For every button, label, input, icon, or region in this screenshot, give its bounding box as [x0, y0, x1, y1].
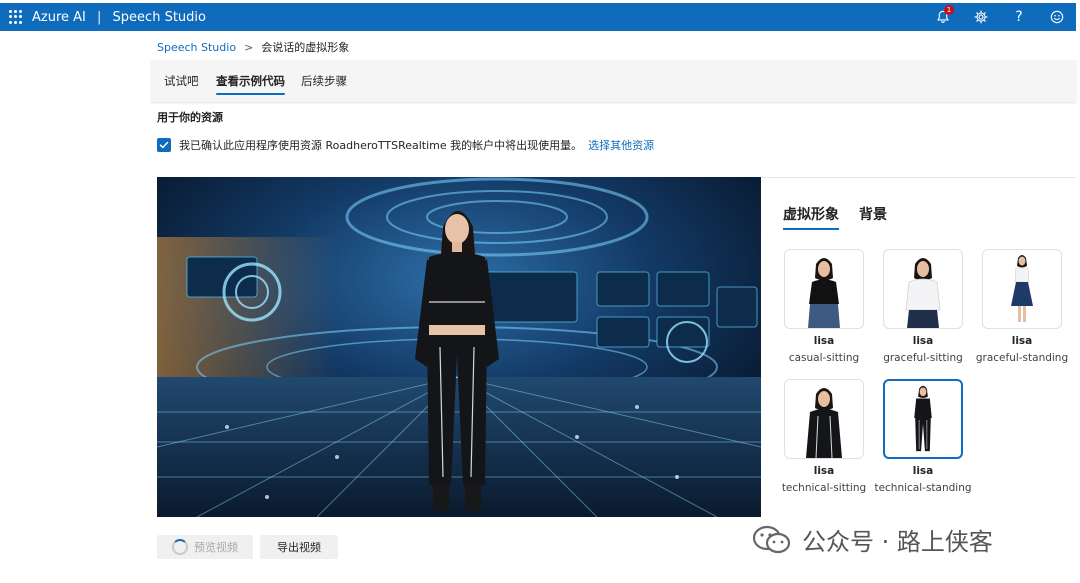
notification-badge: 1 [944, 5, 954, 15]
feedback-button[interactable] [1038, 3, 1076, 31]
loading-spinner-icon [172, 539, 188, 555]
breadcrumb: Speech Studio > 会说话的虚拟形象 [157, 39, 349, 55]
top-bar: Azure AI | Speech Studio 1 ? [0, 3, 1076, 31]
avatar-thumbnail [905, 258, 941, 328]
avatar-thumbnail [914, 385, 932, 452]
tab-avatar[interactable]: 虚拟形象 [783, 204, 839, 230]
avatar-style: technical-standing [874, 482, 972, 494]
tab-background[interactable]: 背景 [859, 204, 887, 224]
avatar-thumbnail [806, 388, 842, 458]
gear-icon [974, 10, 988, 24]
avatar-thumbnail [808, 258, 840, 328]
watermark-text: 公众号 · 路上侠客 [802, 528, 993, 556]
avatar-card-graceful-standing[interactable] [982, 249, 1062, 329]
resource-confirm-text: 我已确认此应用程序使用资源 RoadheroTTSRealtime 我的帐户中将… [179, 139, 583, 152]
avatar-style: graceful-standing [975, 352, 1069, 364]
avatar-style: casual-sitting [788, 352, 860, 364]
tab-next-steps[interactable]: 后续步骤 [301, 73, 347, 89]
avatar-preview [157, 177, 761, 517]
avatar-name: lisa [813, 335, 835, 347]
avatar-style: graceful-sitting [883, 352, 963, 364]
preview-video-label: 预览视频 [194, 541, 238, 554]
avatar-settings-panel: 虚拟形象 背景 lisa casual-sitting lisa gracefu… [762, 177, 1076, 518]
wechat-icon [752, 525, 791, 553]
choose-other-resource-link[interactable]: 选择其他资源 [588, 137, 654, 153]
brand-name: Azure AI [32, 9, 86, 25]
avatar-preview-image [157, 177, 761, 517]
page-tabs: 试试吧 查看示例代码 后续步骤 [151, 60, 1076, 102]
brand-separator: | [97, 9, 102, 25]
brand-title[interactable]: Azure AI | Speech Studio [32, 10, 206, 25]
checkmark-icon [159, 141, 169, 149]
avatar-name: lisa [912, 335, 934, 347]
export-video-button[interactable]: 导出视频 [260, 535, 338, 559]
avatar-thumbnail [1011, 255, 1033, 322]
avatar-card-graceful-sitting[interactable] [883, 249, 963, 329]
avatar-card-technical-sitting[interactable] [784, 379, 864, 459]
breadcrumb-root-link[interactable]: Speech Studio [157, 41, 236, 54]
resource-section-title: 用于你的资源 [157, 111, 223, 124]
tab-try[interactable]: 试试吧 [164, 73, 199, 89]
resource-confirm-row: 我已确认此应用程序使用资源 RoadheroTTSRealtime 我的帐户中将… [157, 137, 654, 153]
chevron-right-icon: > [244, 40, 254, 54]
watermark: 公众号 · 路上侠客 [752, 522, 993, 557]
avatar-card-casual-sitting[interactable] [784, 249, 864, 329]
avatar-card-technical-standing[interactable] [883, 379, 963, 459]
help-button[interactable]: ? [1000, 3, 1038, 31]
avatar-name: lisa [1011, 335, 1033, 347]
product-name: Speech Studio [112, 9, 206, 25]
smiley-icon [1050, 10, 1064, 24]
avatar-name: lisa [813, 465, 835, 477]
avatar-style: technical-sitting [781, 482, 867, 494]
preview-video-button[interactable]: 预览视频 [157, 535, 253, 559]
notifications-button[interactable]: 1 [924, 3, 962, 31]
avatar-name: lisa [912, 465, 934, 477]
resource-confirm-checkbox[interactable] [157, 138, 171, 152]
help-icon: ? [1015, 9, 1023, 25]
export-video-label: 导出视频 [277, 541, 321, 554]
tab-sample-code[interactable]: 查看示例代码 [216, 73, 285, 95]
settings-button[interactable] [962, 3, 1000, 31]
app-launcher-icon[interactable] [9, 10, 23, 24]
breadcrumb-current: 会说话的虚拟形象 [261, 41, 350, 54]
